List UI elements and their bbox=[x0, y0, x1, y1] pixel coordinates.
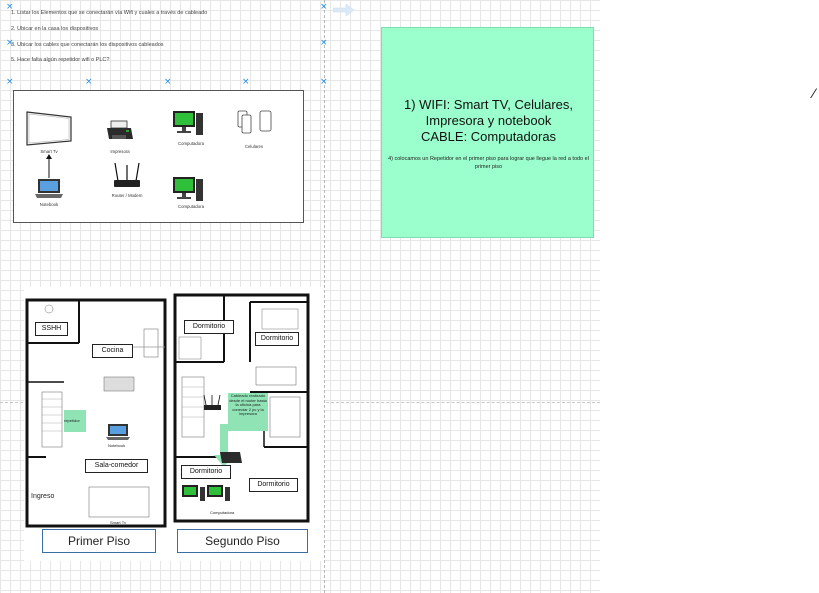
floorplan-drawing bbox=[25, 293, 310, 528]
router-icon[interactable] bbox=[112, 161, 142, 191]
selection-handle-icon[interactable]: × bbox=[164, 78, 172, 87]
cable-route-note: Cableado realizado desde el router hasta… bbox=[228, 393, 268, 431]
answer-repeater-note: 4) colocamos un Repetidor en el primer p… bbox=[388, 156, 589, 170]
answer-line-3: CABLE: Computadoras bbox=[420, 129, 557, 144]
room-sshh: SSHH bbox=[35, 322, 68, 336]
answer-note-box[interactable]: 1) WIFI: Smart TV, Celulares, Impresora … bbox=[381, 27, 594, 238]
vertical-guide-line bbox=[324, 0, 325, 593]
connect-arrow-icon[interactable] bbox=[333, 4, 355, 16]
selection-handle-icon[interactable]: × bbox=[242, 78, 250, 87]
router-label: Router / Modem bbox=[111, 193, 143, 198]
task-2[interactable]: 2. Ubicar en la casa los dispositivos bbox=[11, 26, 98, 32]
selection-handle-icon[interactable]: × bbox=[6, 39, 14, 48]
primer-piso-label: Primer Piso bbox=[42, 529, 156, 553]
selection-handle-icon[interactable]: × bbox=[85, 78, 93, 87]
room-dormitorio-4: Dormitorio bbox=[249, 478, 298, 492]
cellphones-icon[interactable] bbox=[236, 109, 276, 139]
room-dormitorio-3: Dormitorio bbox=[181, 465, 231, 479]
smart-tv-floor-label: Smart Tv bbox=[110, 520, 127, 525]
notebook-floor-label: Notebook bbox=[108, 443, 126, 448]
task-5[interactable]: 5. Hace falta algún repetidor wifi o PLC… bbox=[11, 57, 109, 63]
floorplan-image[interactable]: SSHH Cocina Sala-comedor Ingreso repetid… bbox=[24, 287, 324, 561]
computer-floor-label: Computadora bbox=[210, 510, 235, 515]
cellphones-label: Celulares bbox=[244, 144, 264, 149]
computer-label: Computadora bbox=[177, 204, 205, 209]
room-cocina: Cocina bbox=[92, 344, 133, 358]
selection-handle-icon[interactable]: × bbox=[6, 78, 14, 87]
computer-icon[interactable] bbox=[171, 109, 205, 139]
printer-icon[interactable] bbox=[106, 119, 134, 143]
answer-line-2: Impresora y notebook bbox=[425, 113, 552, 128]
notebook-label: Notebook bbox=[39, 202, 59, 207]
answer-line-1: 1) WIFI: Smart TV, Celulares, bbox=[403, 97, 574, 112]
repeater-label: repetidor bbox=[64, 418, 80, 423]
selection-handle-icon[interactable]: × bbox=[320, 39, 328, 48]
printer-label: Impresora bbox=[110, 149, 130, 154]
diagram-canvas[interactable]: 1. Listar los Elementos que se conectará… bbox=[0, 0, 600, 593]
selection-handle-icon[interactable]: × bbox=[320, 3, 328, 12]
task-3[interactable]: 3. Ubicar los cables que conectarán los … bbox=[11, 42, 164, 48]
computer-icon[interactable] bbox=[171, 175, 205, 205]
cursor-mark: ⁄ bbox=[813, 85, 816, 101]
answer-main-text: 1) WIFI: Smart TV, Celulares, Impresora … bbox=[382, 97, 595, 145]
selection-handle-icon[interactable]: × bbox=[6, 3, 14, 12]
notebook-icon[interactable] bbox=[34, 177, 64, 201]
computer-label: Computadora bbox=[177, 141, 205, 146]
task-1[interactable]: 1. Listar los Elementos que se conectará… bbox=[11, 10, 207, 16]
selection-handle-icon[interactable]: × bbox=[320, 78, 328, 87]
connection-arrow bbox=[46, 154, 52, 178]
room-dormitorio-2: Dormitorio bbox=[255, 332, 299, 346]
devices-panel[interactable]: Smart Tv Impresora Computadora Celulares bbox=[13, 90, 304, 223]
room-sala-comedor: Sala-comedor bbox=[85, 459, 148, 473]
room-dormitorio-1: Dormitorio bbox=[184, 320, 234, 334]
smart-tv-icon[interactable] bbox=[24, 109, 74, 147]
room-ingreso: Ingreso bbox=[31, 493, 55, 500]
segundo-piso-label: Segundo Piso bbox=[177, 529, 308, 553]
